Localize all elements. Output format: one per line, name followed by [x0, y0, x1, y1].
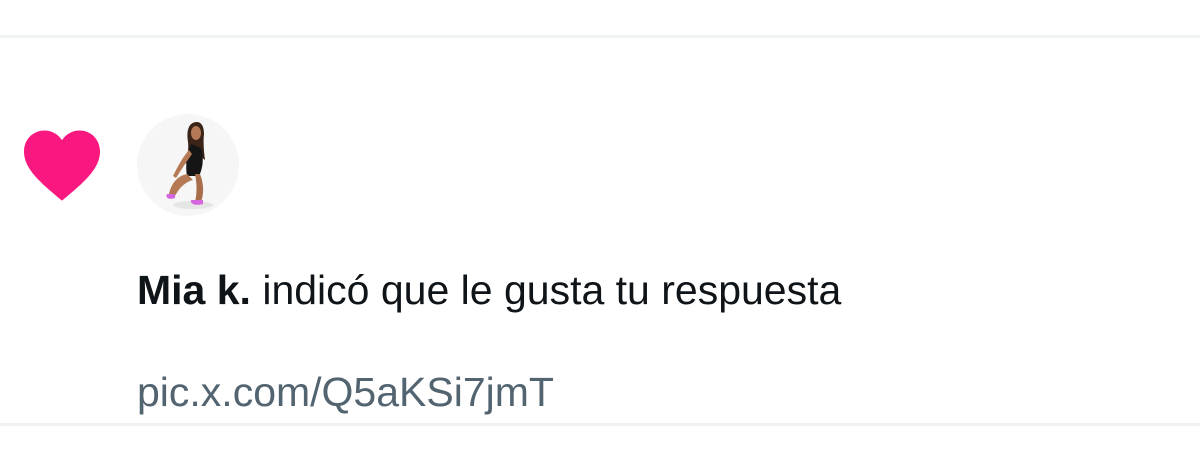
avatar[interactable] [137, 114, 239, 216]
notifications-page: Mia k. indicó que le gusta tu respuesta … [0, 0, 1200, 456]
heart-icon [24, 130, 100, 201]
like-notification[interactable]: Mia k. indicó que le gusta tu respuesta … [0, 38, 1200, 423]
media-link[interactable]: pic.x.com/Q5aKSi7jmT [137, 364, 554, 420]
action-text: indicó que le gusta tu respuesta [262, 267, 842, 313]
avatar-image [137, 114, 239, 216]
notification-message: Mia k. indicó que le gusta tu respuesta [137, 262, 841, 318]
bottom-divider [0, 423, 1200, 426]
user-name-link[interactable]: Mia k. [137, 267, 251, 313]
